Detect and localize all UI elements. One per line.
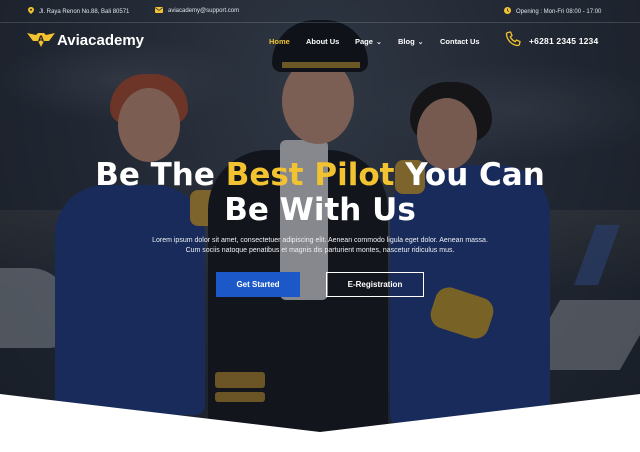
hero-subtext: Lorem ipsum dolor sit amet, consectetuer… <box>130 236 510 256</box>
hours-text: Opening : Mon-Fri 08:00 - 17:00 <box>516 8 602 15</box>
phone-contact[interactable]: +6281 2345 1234 <box>505 31 598 51</box>
hero-headline: Be The Best Pilot You Can Be With Us <box>0 158 640 228</box>
subtext-line-1: Lorem ipsum dolor sit amet, consectetuer… <box>152 237 488 244</box>
headline-part-1: Be The <box>95 157 226 193</box>
main-navigation: A Aviacademy Home About Us Page ⌄ Blog ⌄ C… <box>0 23 640 63</box>
headline-accent: Best Pilot <box>225 157 395 193</box>
subtext-line-2: Cum sociis natoque penatibus et magnis d… <box>185 247 455 254</box>
email-text[interactable]: aviacademy@support.com <box>168 8 239 14</box>
headline-part-2: You Can <box>394 157 545 193</box>
nav-item-about-us[interactable]: About Us <box>306 37 339 46</box>
nav-item-blog[interactable]: Blog ⌄ <box>398 37 424 46</box>
logo[interactable]: A Aviacademy <box>27 29 144 51</box>
address-info: Jl. Raya Renon No.88, Bali 80571 <box>28 7 129 16</box>
clock-icon <box>504 7 511 16</box>
nav-item-blog-label: Blog <box>398 37 415 46</box>
aviation-wings-logo-icon: A <box>27 29 55 51</box>
nav-item-page-label: Page <box>355 37 373 46</box>
section-divider-shape <box>0 380 640 448</box>
phone-icon <box>505 31 521 51</box>
map-pin-icon <box>28 7 34 16</box>
nav-item-contact-us[interactable]: Contact Us <box>440 37 480 46</box>
hours-info: Opening : Mon-Fri 08:00 - 17:00 <box>504 7 601 16</box>
mail-icon <box>155 7 163 15</box>
chevron-down-icon: ⌄ <box>417 39 424 46</box>
headline-line-2: Be With Us <box>224 192 416 228</box>
brand-name: Aviacademy <box>57 31 144 49</box>
nav-item-page[interactable]: Page ⌄ <box>355 37 382 46</box>
phone-number[interactable]: +6281 2345 1234 <box>529 36 598 46</box>
get-started-button[interactable]: Get Started <box>216 272 300 297</box>
email-info[interactable]: aviacademy@support.com <box>155 7 239 15</box>
nav-item-home[interactable]: Home <box>269 37 290 46</box>
headline-line-1: Be The Best Pilot You Can <box>0 158 640 193</box>
address-text: Jl. Raya Renon No.88, Bali 80571 <box>39 8 130 15</box>
svg-text:A: A <box>38 35 45 44</box>
top-info-bar: Jl. Raya Renon No.88, Bali 80571 aviacad… <box>0 0 640 22</box>
chevron-down-icon: ⌄ <box>375 39 382 46</box>
e-registration-button[interactable]: E-Registration <box>326 272 424 297</box>
